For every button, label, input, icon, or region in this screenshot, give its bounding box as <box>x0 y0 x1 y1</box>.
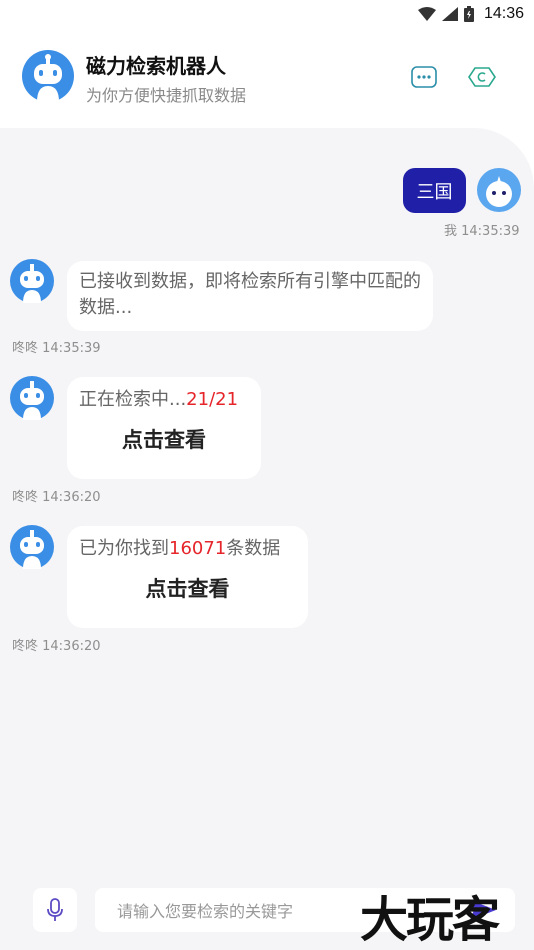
robot-avatar-icon <box>10 376 54 420</box>
user-avatar-icon <box>477 168 521 212</box>
user-message-bubble[interactable]: 三国 <box>403 168 466 213</box>
bot-message-timestamp: 咚咚 14:36:20 <box>12 639 101 654</box>
signal-icon <box>441 7 458 21</box>
search-status-text: 正在检索中... <box>79 389 187 410</box>
user-message-text: 三国 <box>416 181 453 203</box>
robot-avatar-icon <box>10 259 54 303</box>
user-message-timestamp: 我 14:35:39 <box>444 224 520 239</box>
status-time: 14:36 <box>483 5 524 22</box>
microphone-icon <box>47 898 63 921</box>
robot-avatar-icon <box>10 525 54 569</box>
voice-input-button[interactable] <box>33 888 77 932</box>
bot-message-bubble: 正在检索中...21/21 点击查看 <box>67 377 261 479</box>
result-count: 16071 <box>169 538 227 559</box>
result-prefix-text: 已为你找到 <box>79 538 169 559</box>
bot-message-bubble: 已接收到数据，即将检索所有引擎中匹配的数据... <box>67 261 433 331</box>
view-results-button[interactable]: 点击查看 <box>79 427 249 453</box>
bot-message-text: 已接收到数据，即将检索所有引擎中匹配的数据... <box>79 271 421 318</box>
bot-message-timestamp: 咚咚 14:36:20 <box>12 490 101 505</box>
status-bar: 14:36 <box>0 0 534 28</box>
chat-header: 磁力检索机器人 为你方便快捷抓取数据 <box>0 28 534 128</box>
more-dots-icon[interactable] <box>409 62 439 92</box>
bot-message-timestamp: 咚咚 14:35:39 <box>12 341 101 356</box>
wifi-icon <box>417 7 436 21</box>
result-suffix-text: 条数据 <box>226 538 281 559</box>
watermark-logo: 大玩客 <box>360 892 500 948</box>
page-subtitle: 为你方便快捷抓取数据 <box>86 86 247 105</box>
bot-message-bubble: 已为你找到16071条数据 点击查看 <box>67 526 308 628</box>
battery-icon <box>463 6 474 22</box>
view-results-button[interactable]: 点击查看 <box>79 576 296 602</box>
page-title: 磁力检索机器人 <box>86 54 226 78</box>
clean-icon[interactable] <box>467 62 497 92</box>
robot-avatar-icon <box>22 50 74 102</box>
search-progress: 21/21 <box>186 389 239 410</box>
status-icons: 14:36 <box>417 3 524 25</box>
chat-message-list[interactable]: 三国 我 14:35:39 已接收到数据，即将检索所有引擎中匹配的数据... 咚… <box>0 128 534 870</box>
